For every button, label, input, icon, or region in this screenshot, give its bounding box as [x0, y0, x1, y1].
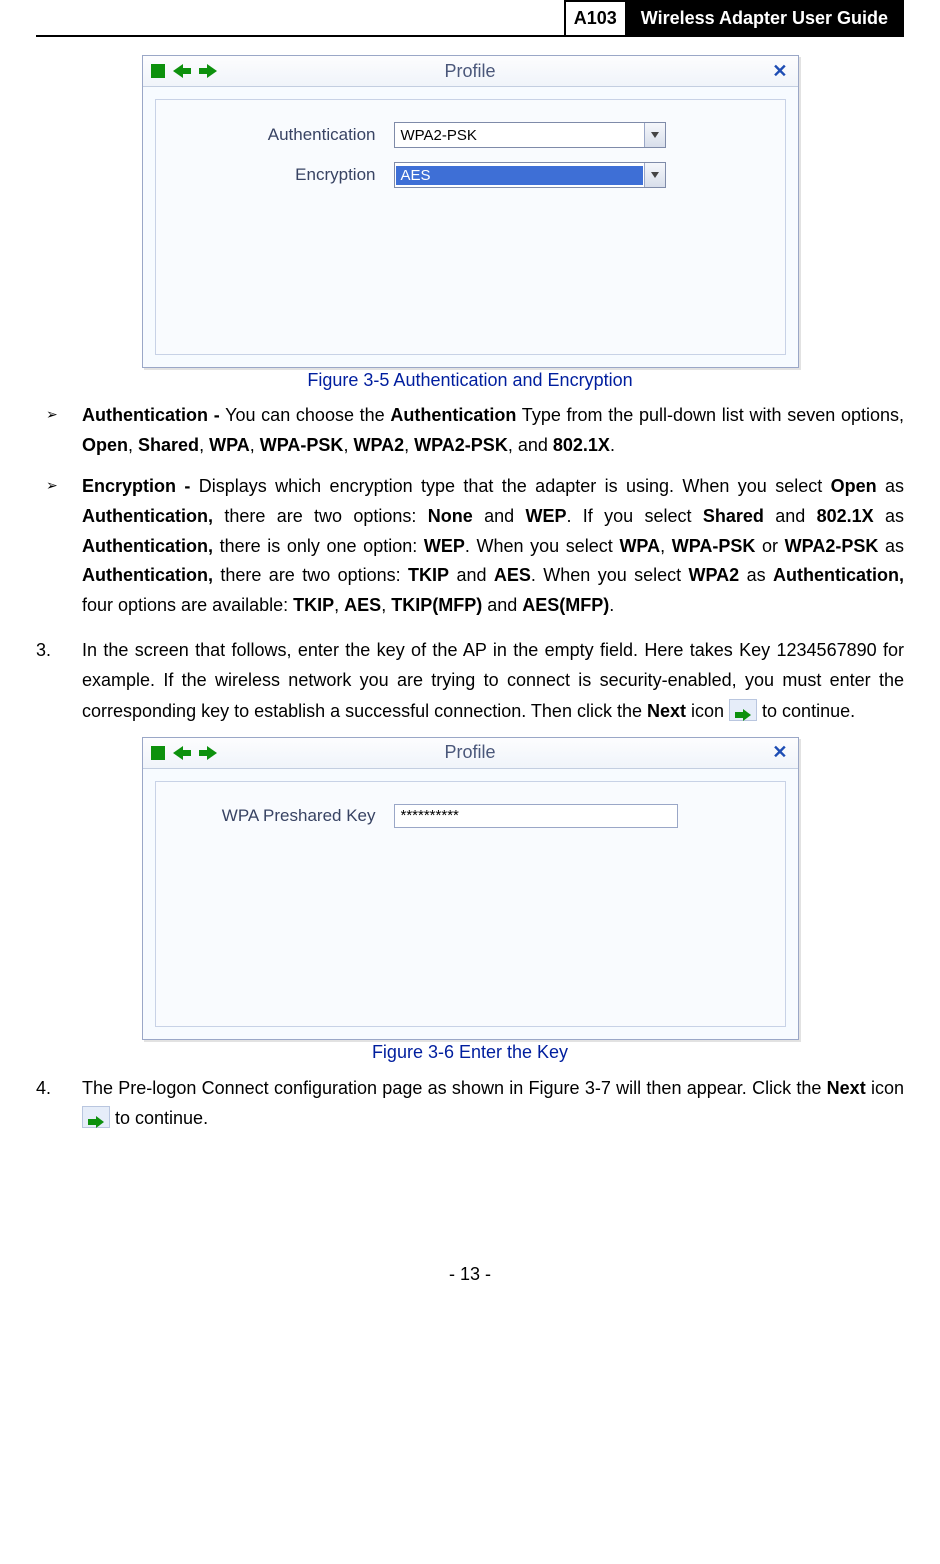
- dialog-title: Profile: [143, 61, 798, 82]
- model-number: A103: [564, 0, 625, 35]
- bullet-encryption: Encryption - Displays which encryption t…: [36, 472, 904, 620]
- figure-caption-3-6: Figure 3-6 Enter the Key: [36, 1042, 904, 1063]
- back-arrow-icon[interactable]: [173, 64, 191, 78]
- stop-icon[interactable]: [151, 746, 165, 760]
- dialog-titlebar: Profile ✕: [143, 738, 798, 769]
- stop-icon[interactable]: [151, 64, 165, 78]
- authentication-dropdown[interactable]: WPA2-PSK: [394, 122, 666, 148]
- page-number: - 13 -: [36, 1264, 904, 1305]
- figure-caption-3-5: Figure 3-5 Authentication and Encryption: [36, 370, 904, 391]
- close-icon[interactable]: ✕: [772, 61, 787, 82]
- step-3: 3. In the screen that follows, enter the…: [36, 635, 904, 727]
- encryption-value: AES: [396, 166, 643, 185]
- profile-dialog-auth: Profile ✕ Authentication WPA2-PSK Encryp…: [142, 55, 799, 368]
- close-icon[interactable]: ✕: [772, 742, 787, 763]
- preshared-key-input[interactable]: [394, 804, 678, 828]
- doc-title: Wireless Adapter User Guide: [625, 0, 904, 35]
- next-arrow-icon[interactable]: [199, 64, 217, 78]
- bullet-authentication: Authentication - You can choose the Auth…: [36, 401, 904, 460]
- next-arrow-icon[interactable]: [199, 746, 217, 760]
- next-arrow-icon: [82, 1106, 110, 1128]
- dialog-titlebar: Profile ✕: [143, 56, 798, 87]
- profile-dialog-key: Profile ✕ WPA Preshared Key: [142, 737, 799, 1040]
- authentication-value: WPA2-PSK: [395, 127, 644, 144]
- preshared-key-label: WPA Preshared Key: [186, 806, 394, 826]
- dialog-title: Profile: [143, 742, 798, 763]
- chevron-down-icon[interactable]: [644, 163, 665, 187]
- chevron-down-icon[interactable]: [644, 123, 665, 147]
- encryption-label: Encryption: [186, 165, 394, 185]
- authentication-label: Authentication: [186, 125, 394, 145]
- step-4: 4. The Pre-logon Connect configuration p…: [36, 1073, 904, 1134]
- next-arrow-icon: [729, 699, 757, 721]
- page-header: A103 Wireless Adapter User Guide: [36, 0, 904, 37]
- back-arrow-icon[interactable]: [173, 746, 191, 760]
- encryption-dropdown[interactable]: AES: [394, 162, 666, 188]
